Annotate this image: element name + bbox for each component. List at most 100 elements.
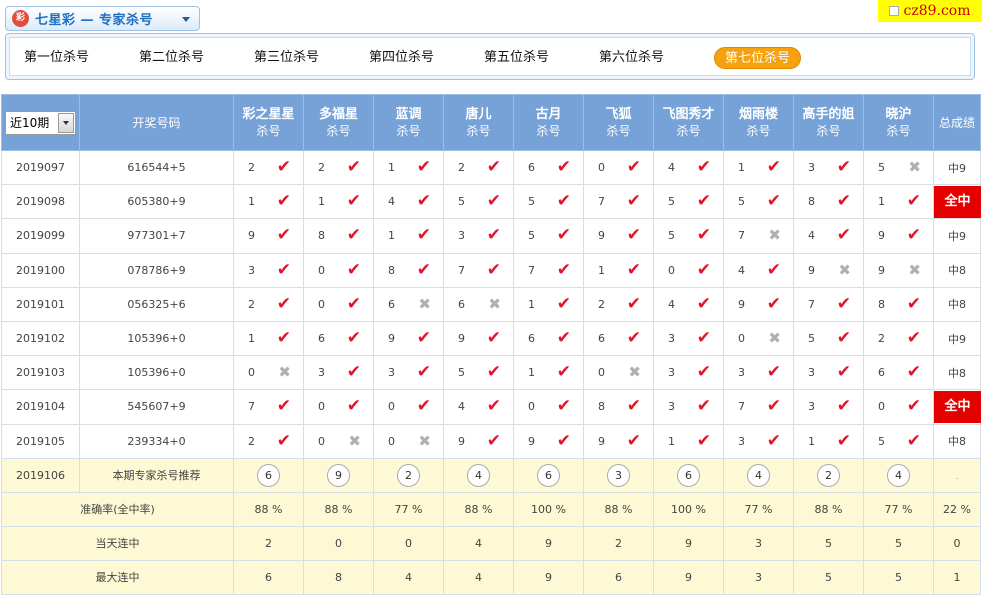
stats-value: 4 (443, 559, 514, 595)
table-row: 2019103 105396+0 0 ✖ 3 ✔ 3 ✔ 5 ✔ 1 ✔ 0 ✖ 3 ✔ 3 ✔ 3 ✔ 6 ✔ 中8 (1, 355, 981, 391)
check-icon: ✔ (346, 362, 361, 383)
total-text: 中9 (948, 161, 966, 175)
stats-value: 0 (373, 525, 444, 561)
expert-kill-cell: 8 ✔ (303, 218, 374, 254)
badge-square-icon (889, 6, 900, 16)
kill-number: 9 (738, 297, 745, 311)
kill-number: 0 (598, 161, 605, 175)
kill-number: 1 (598, 263, 605, 277)
kill-cell-content: 2 ✔ (864, 330, 933, 347)
kill-number: 3 (808, 161, 815, 175)
kill-cell-content: 0 ✔ (304, 295, 373, 313)
kill-cell-content: 0 ✖ (724, 331, 793, 346)
kill-cell-content: 4 ✔ (724, 261, 793, 279)
kill-cell-content: 0 ✔ (374, 398, 443, 415)
kill-cell-content: 8 ✔ (864, 295, 933, 313)
kill-number: 7 (738, 229, 745, 243)
tab-position-1[interactable]: 第一位杀号 (24, 47, 89, 69)
check-icon: ✔ (766, 293, 781, 314)
expert-kill-cell: 0 ✖ (583, 355, 654, 391)
table-row: 2019105 239334+0 2 ✔ 0 ✖ 0 ✖ 9 ✔ 9 ✔ 9 ✔ 1 ✔ 3 ✔ 1 ✔ 5 ✔ 中8 (1, 423, 981, 459)
expert-kill-cell: 8 ✔ (583, 389, 654, 425)
stats-value: 77 % (373, 491, 444, 527)
expert-kill-cell: 6 ✔ (583, 320, 654, 357)
tab-position-5[interactable]: 第五位杀号 (484, 47, 549, 69)
expert-header: 晓沪 杀号 (863, 94, 934, 151)
check-icon: ✔ (766, 396, 781, 417)
kill-cell-content: 1 ✔ (584, 261, 653, 279)
tab-position-3[interactable]: 第三位杀号 (254, 47, 319, 69)
expert-kill-cell: 2 ✔ (443, 149, 514, 186)
kill-label: 杀号 (606, 124, 631, 138)
kill-number: 2 (248, 297, 255, 311)
tab-position-2[interactable]: 第二位杀号 (139, 47, 204, 69)
expert-kill-cell: 1 ✔ (513, 286, 584, 322)
stats-row: 准确率(全中率) 88 % 88 % 77 % 88 % 100 % 88 % 100 % 77… (1, 491, 981, 527)
kill-cell-content: 7 ✔ (444, 261, 513, 279)
kill-number: 5 (878, 434, 885, 448)
expert-kill-cell: 3 ✔ (653, 320, 724, 357)
kill-cell-content: 5 ✔ (654, 193, 723, 210)
stats-value: 5 (863, 525, 934, 561)
kill-number: 8 (878, 297, 885, 311)
recommend-cell: 9 (303, 457, 374, 493)
kill-number: 2 (318, 161, 325, 175)
check-icon: ✔ (626, 293, 641, 314)
expert-header: 彩之星星 杀号 (233, 94, 304, 151)
expert-kill-cell: 6 ✔ (863, 355, 934, 391)
kill-cell-content: 8 ✔ (584, 398, 653, 415)
expert-kill-cell: 4 ✔ (443, 389, 514, 425)
check-icon: ✔ (906, 430, 921, 451)
stats-value: 6 (233, 559, 304, 595)
kill-number: 5 (458, 366, 465, 380)
recommend-number: 3 (607, 463, 630, 487)
kill-label: 杀号 (886, 124, 911, 138)
table-row: 2019097 616544+5 2 ✔ 2 ✔ 1 ✔ 2 ✔ 6 ✔ 0 ✔ 4 ✔ 1 ✔ 3 ✔ 5 ✖ 中9 (1, 149, 981, 186)
check-icon: ✔ (696, 328, 711, 349)
check-icon: ✔ (486, 191, 501, 212)
expert-kill-cell: 0 ✖ (373, 423, 444, 459)
kill-cell-content: 1 ✔ (654, 430, 723, 451)
cross-icon: ✖ (418, 431, 431, 450)
check-icon: ✔ (556, 430, 571, 451)
tab-position-6[interactable]: 第六位杀号 (599, 47, 664, 69)
expert-name: 高手的姐 (802, 107, 855, 122)
expert-header: 高手的姐 杀号 (793, 94, 864, 151)
cross-icon: ✖ (488, 294, 501, 313)
stats-value: 4 (443, 525, 514, 561)
kill-number: 5 (528, 195, 535, 209)
tab-position-4[interactable]: 第四位杀号 (369, 47, 434, 69)
expert-kill-cell: 1 ✔ (583, 252, 654, 288)
expert-kill-cell: 0 ✔ (303, 252, 374, 288)
check-icon: ✔ (696, 430, 711, 451)
tab-position-7[interactable]: 第七位杀号 (714, 47, 802, 69)
check-icon: ✔ (416, 259, 431, 280)
lottery-select[interactable]: 彩 七星彩 — 专家杀号 (5, 6, 200, 31)
expert-name: 彩之星星 (242, 107, 295, 122)
table-header-row: 近10期 开奖号码 彩之星星 杀号 多福星 杀号 蓝调 杀号 唐儿 杀号 古月 杀号 飞狐… (1, 94, 981, 151)
expert-name: 古月 (535, 107, 562, 122)
expert-kill-cell: 6 ✖ (373, 286, 444, 322)
kill-number: 7 (738, 400, 745, 414)
kill-number: 5 (668, 229, 675, 243)
kill-number: 5 (528, 229, 535, 243)
chevron-down-icon[interactable] (58, 112, 74, 133)
cross-icon: ✖ (628, 363, 641, 382)
total-text: 中8 (948, 264, 966, 278)
kill-cell-content: 1 ✔ (514, 364, 583, 381)
total-cell: 全中 (933, 184, 981, 220)
kill-number: 6 (318, 332, 325, 346)
expert-kill-cell: 6 ✔ (513, 149, 584, 186)
stats-total: 22 % (933, 491, 981, 527)
chevron-down-icon[interactable] (182, 17, 190, 22)
kill-number: 1 (318, 195, 325, 209)
draw-number-cell: 605380+9 (79, 184, 234, 220)
kill-number: 4 (668, 297, 675, 311)
check-icon: ✔ (766, 191, 781, 212)
issue-cell: 2019098 (1, 184, 80, 220)
stats-value: 9 (653, 559, 724, 595)
total-cell: 中8 (933, 252, 981, 288)
kill-number: 4 (388, 195, 395, 209)
recommend-number: 2 (397, 463, 420, 487)
period-select[interactable]: 近10期 (5, 110, 76, 135)
